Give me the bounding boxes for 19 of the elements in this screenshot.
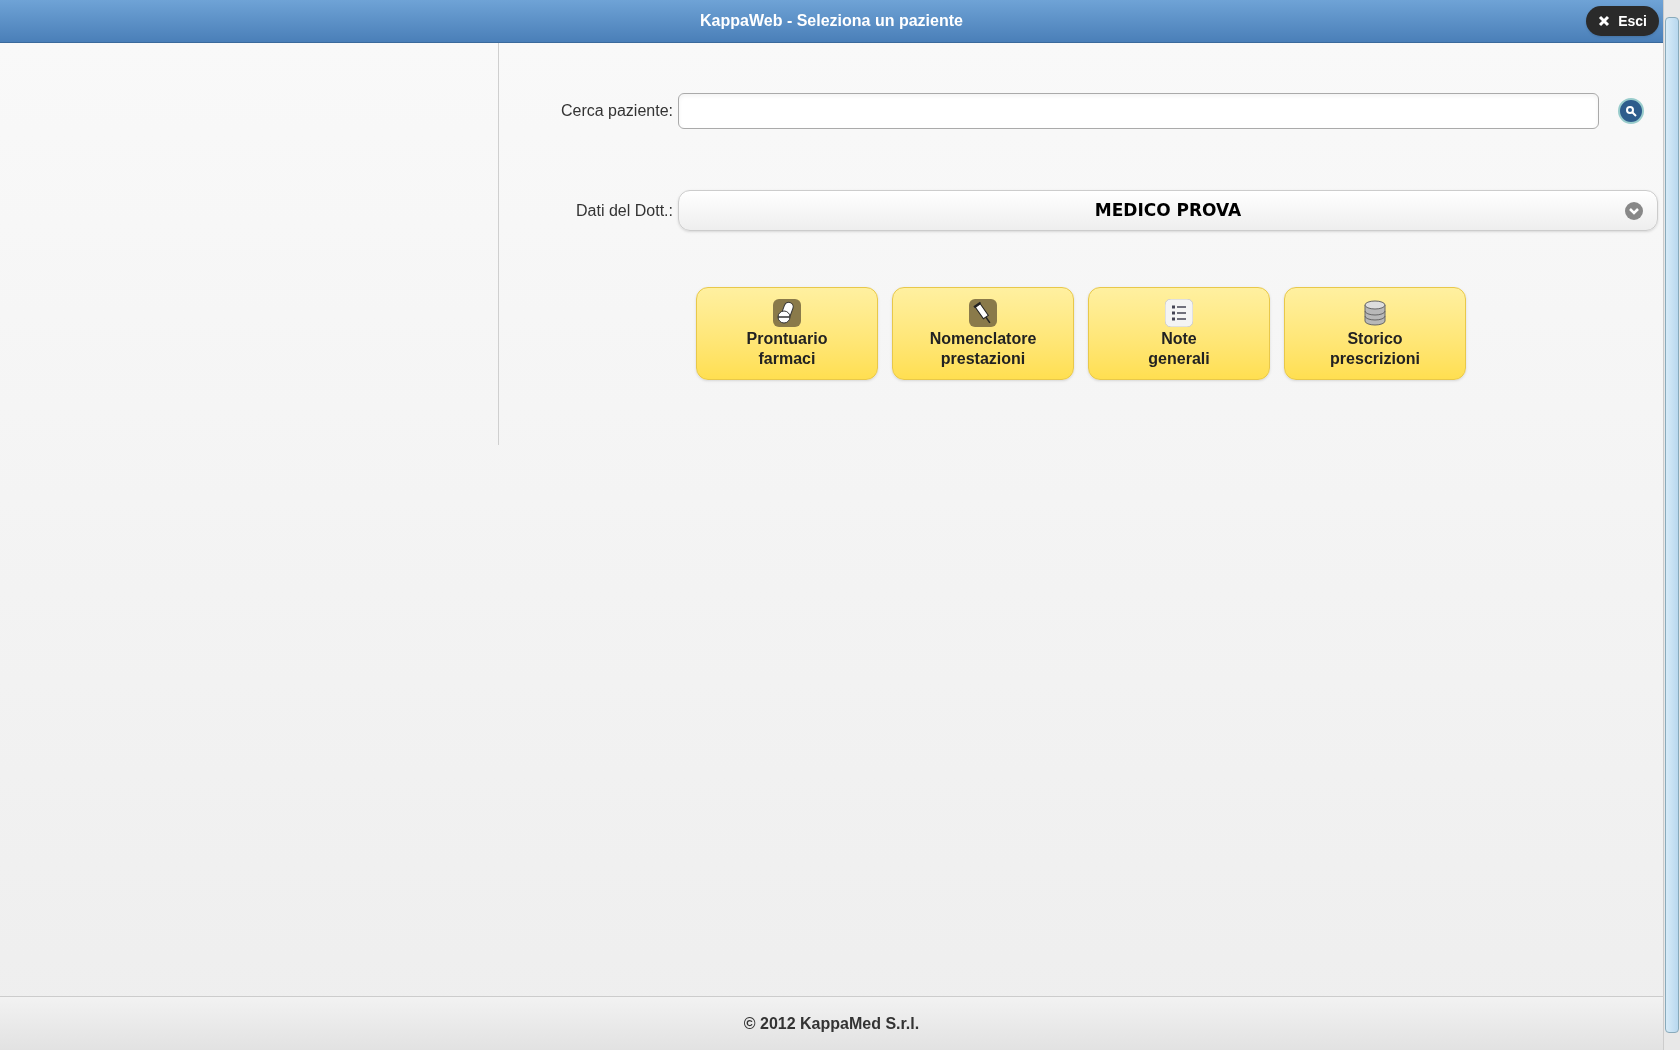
database-icon (1361, 298, 1389, 327)
search-icon (1625, 105, 1637, 117)
search-field[interactable] (678, 93, 1599, 129)
list-icon (1165, 298, 1193, 327)
pills-icon (773, 298, 801, 327)
footer-copyright: © 2012 KappaMed S.r.l. (743, 1013, 920, 1034)
window-title: KappaWeb - Seleziona un paziente (700, 11, 963, 31)
tool-button[interactable]: Storico prescrizioni (1284, 287, 1466, 380)
search-button[interactable] (1618, 98, 1644, 124)
doctor-select[interactable]: MEDICO PROVA (678, 190, 1658, 231)
tool-button[interactable]: Note generali (1088, 287, 1270, 380)
exit-button[interactable]: Esci (1586, 6, 1659, 36)
close-icon (1598, 15, 1611, 27)
tool-button[interactable]: Prontuario farmaci (696, 287, 878, 380)
chevron-down-icon (1625, 202, 1643, 220)
search-label: Cerca paziente: (559, 101, 673, 121)
tool-button[interactable]: Nomenclatore prestazioni (892, 287, 1074, 380)
doctor-label: Dati del Dott.: (575, 200, 673, 221)
syringe-icon (969, 298, 997, 327)
